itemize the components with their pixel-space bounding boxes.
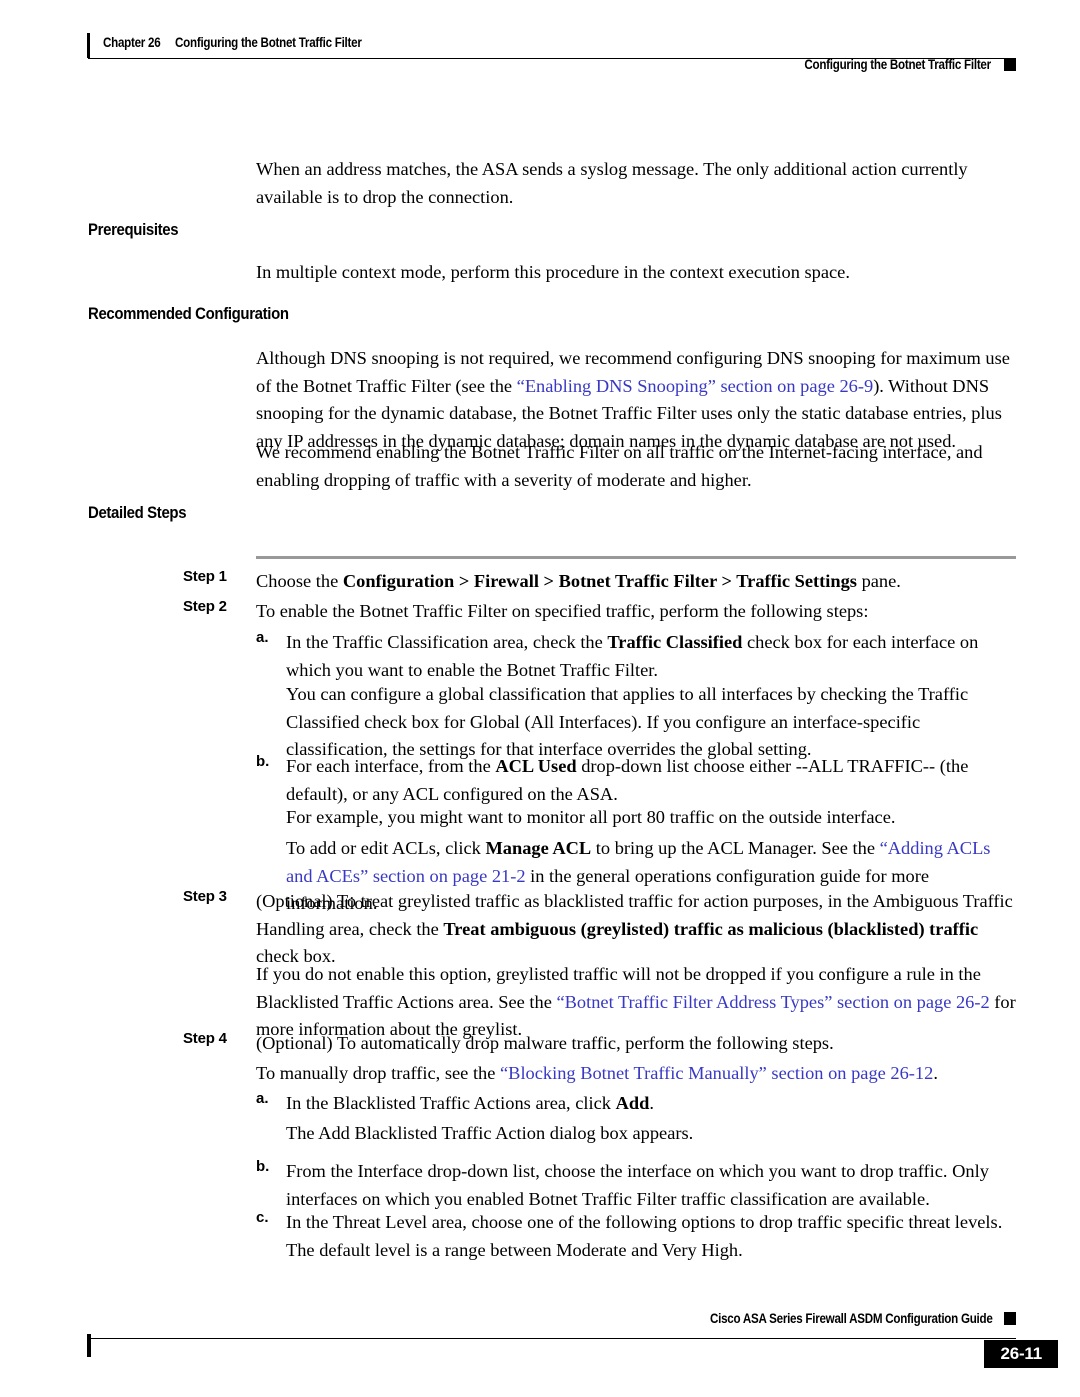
step-2-sub-a-checkbox-name: Traffic Classified xyxy=(607,632,743,652)
step-1-menu-path: Configuration > Firewall > Botnet Traffi… xyxy=(342,571,857,591)
step-2-sub-b-manage-acl-button-name: Manage ACL xyxy=(485,838,592,858)
footer-rule xyxy=(88,1338,1016,1339)
steps-top-rule xyxy=(256,556,1016,559)
header-running-head: Configuring the Botnet Traffic Filter xyxy=(804,57,991,72)
step-2-sub-b-label: b. xyxy=(256,753,270,770)
heading-prerequisites: Prerequisites xyxy=(88,220,179,240)
step-4-para2-text-a: To manually drop traffic, see the xyxy=(256,1063,501,1083)
step-2-sub-a-body: In the Traffic Classification area, chec… xyxy=(286,629,1016,684)
header-margin-tick xyxy=(87,33,90,58)
step-4-sub-a-para2-row: The Add Blacklisted Traffic Action dialo… xyxy=(256,1120,1016,1148)
step-4-label: Step 4 xyxy=(183,1030,227,1047)
step-1-label: Step 1 xyxy=(183,568,227,585)
step-2-sub-b-text-a: For each interface, from the xyxy=(286,756,496,776)
page-header: Chapter 26 Configuring the Botnet Traffic… xyxy=(0,0,1080,90)
step-4-sub-c-label: c. xyxy=(256,1209,269,1226)
step-2-sub-b-dropdown-name: ACL Used xyxy=(495,756,577,776)
step-2-sub-b-body: For each interface, from the ACL Used dr… xyxy=(286,753,1016,808)
step-4-sub-a-add-button-name: Add xyxy=(615,1093,650,1113)
link-botnet-traffic-filter-address-types[interactable]: “Botnet Traffic Filter Address Types” se… xyxy=(556,992,989,1012)
footer-guide-group: Cisco ASA Series Firewall ASDM Configura… xyxy=(664,1311,1016,1326)
step-1-text-b: pane. xyxy=(856,571,901,591)
step-1-row: Step 1 Choose the Configuration > Firewa… xyxy=(183,568,1016,596)
footer-guide-title: Cisco ASA Series Firewall ASDM Configura… xyxy=(710,1311,993,1326)
header-black-square-marker xyxy=(1004,58,1016,71)
step-4-para2: To manually drop traffic, see the “Block… xyxy=(256,1060,1016,1088)
step-1-text-a: Choose the xyxy=(256,571,343,591)
step-4-row: Step 4 (Optional) To automatically drop … xyxy=(183,1030,1016,1058)
step-2-sub-a-row: a. In the Traffic Classification area, c… xyxy=(256,629,1016,684)
step-4-sub-b-body: From the Interface drop-down list, choos… xyxy=(286,1161,989,1209)
step-2-sub-b-para3-text-b: to bring up the ACL Manager. See the xyxy=(591,838,880,858)
step-3-label: Step 3 xyxy=(183,888,227,905)
step-4-sub-a-body: In the Blacklisted Traffic Actions area,… xyxy=(286,1090,1016,1118)
step-2-row: Step 2 To enable the Botnet Traffic Filt… xyxy=(183,598,1016,626)
step-2-label: Step 2 xyxy=(183,598,227,615)
step-2-sub-b-para2-row: For example, you might want to monitor a… xyxy=(256,804,1016,832)
step-4-sub-a-row: a. In the Blacklisted Traffic Actions ar… xyxy=(256,1090,1016,1118)
step-2-body: To enable the Botnet Traffic Filter on s… xyxy=(256,601,869,621)
step-4-sub-c-body: In the Threat Level area, choose one of … xyxy=(286,1212,1003,1260)
step-4-sub-b-label: b. xyxy=(256,1158,270,1175)
step-2-sub-a-text-a: In the Traffic Classification area, chec… xyxy=(286,632,608,652)
header-chapter-number: Chapter 26 xyxy=(103,35,161,50)
step-1-body: Choose the Configuration > Firewall > Bo… xyxy=(256,568,1016,596)
header-running-head-group: Configuring the Botnet Traffic Filter xyxy=(774,57,1016,72)
intro-paragraph: When an address matches, the ASA sends a… xyxy=(256,159,968,207)
step-4-sub-a-text-b: . xyxy=(649,1093,654,1113)
step-4-para2-row: To manually drop traffic, see the “Block… xyxy=(183,1060,1016,1088)
link-blocking-botnet-traffic-manually[interactable]: “Blocking Botnet Traffic Manually” secti… xyxy=(500,1063,933,1083)
step-4-para2-text-b: . xyxy=(933,1063,938,1083)
step-4-sub-c-row: c. In the Threat Level area, choose one … xyxy=(256,1209,1016,1264)
header-chapter: Chapter 26 Configuring the Botnet Traffic… xyxy=(103,35,362,50)
recommended-configuration-paragraph-2: We recommend enabling the Botnet Traffic… xyxy=(256,442,983,490)
footer-black-square-marker xyxy=(1004,1312,1016,1325)
step-4-sub-a-text-a: In the Blacklisted Traffic Actions area,… xyxy=(286,1093,616,1113)
link-enabling-dns-snooping[interactable]: “Enabling DNS Snooping” section on page … xyxy=(517,376,874,396)
step-3-checkbox-name: Treat ambiguous (greylisted) traffic as … xyxy=(443,918,979,939)
header-chapter-title: Configuring the Botnet Traffic Filter xyxy=(175,35,362,50)
prerequisites-paragraph: In multiple context mode, perform this p… xyxy=(256,262,850,283)
step-4-body: (Optional) To automatically drop malware… xyxy=(256,1033,834,1053)
step-4-sub-a-para2: The Add Blacklisted Traffic Action dialo… xyxy=(286,1123,694,1143)
heading-recommended-configuration: Recommended Configuration xyxy=(88,304,289,324)
step-3-body: (Optional) To treat greylisted traffic a… xyxy=(256,888,1016,971)
step-2-sub-b-para3-text-a: To add or edit ACLs, click xyxy=(286,838,486,858)
step-4-sub-b-row: b. From the Interface drop-down list, ch… xyxy=(256,1158,1016,1213)
footer-margin-tick xyxy=(87,1334,91,1357)
step-2-sub-a-para2: You can configure a global classificatio… xyxy=(286,684,969,759)
step-2-sub-b-row: b. For each interface, from the ACL Used… xyxy=(256,753,1016,808)
heading-detailed-steps: Detailed Steps xyxy=(88,503,187,523)
step-4-sub-a-label: a. xyxy=(256,1090,269,1107)
page-number-badge: 26-11 xyxy=(984,1340,1058,1368)
step-2-sub-b-para2: For example, you might want to monitor a… xyxy=(286,807,896,827)
step-3-row: Step 3 (Optional) To treat greylisted tr… xyxy=(183,888,1016,971)
step-2-sub-a-para2-row: You can configure a global classificatio… xyxy=(256,681,1016,764)
step-2-sub-a-label: a. xyxy=(256,629,269,646)
